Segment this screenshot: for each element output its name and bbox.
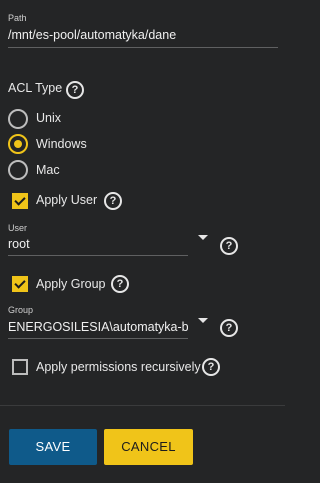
path-label: Path	[8, 13, 27, 23]
acl-type-label: ACL Type	[8, 81, 63, 95]
apply-user-checkbox[interactable]	[12, 193, 28, 209]
acl-type-help-icon[interactable]: ?	[66, 81, 84, 99]
path-input[interactable]: /mnt/es-pool/automatyka/dane	[8, 28, 278, 42]
group-select[interactable]: ENERGOSILESIA\automatyka-biuro	[8, 320, 188, 334]
group-underline	[8, 338, 188, 339]
apply-user-help-icon[interactable]: ?	[104, 192, 122, 210]
radio-unix-label[interactable]: Unix	[36, 111, 61, 125]
check-icon	[14, 277, 26, 289]
radio-windows[interactable]	[8, 134, 28, 154]
check-icon	[14, 194, 26, 206]
recursive-label[interactable]: Apply permissions recursively	[36, 360, 201, 374]
group-help-icon[interactable]: ?	[220, 319, 238, 337]
apply-group-checkbox[interactable]	[12, 276, 28, 292]
apply-group-help-icon[interactable]: ?	[111, 275, 129, 293]
apply-user-label[interactable]: Apply User	[36, 193, 97, 207]
recursive-checkbox[interactable]	[12, 359, 28, 375]
user-dropdown-chevron-icon[interactable]	[198, 235, 208, 240]
user-underline	[8, 255, 188, 256]
apply-group-label[interactable]: Apply Group	[36, 277, 105, 291]
group-dropdown-chevron-icon[interactable]	[198, 318, 208, 323]
radio-mac[interactable]	[8, 160, 28, 180]
group-label: Group	[8, 305, 34, 315]
cancel-button[interactable]: CANCEL	[104, 429, 193, 465]
radio-windows-label[interactable]: Windows	[36, 137, 87, 151]
user-label: User	[8, 223, 28, 233]
radio-unix[interactable]	[8, 109, 28, 129]
path-underline	[8, 47, 278, 48]
user-select[interactable]: root	[8, 237, 188, 251]
radio-mac-label[interactable]: Mac	[36, 163, 60, 177]
save-button[interactable]: SAVE	[9, 429, 97, 465]
actions-divider	[0, 405, 285, 406]
user-help-icon[interactable]: ?	[220, 237, 238, 255]
recursive-help-icon[interactable]: ?	[202, 358, 220, 376]
